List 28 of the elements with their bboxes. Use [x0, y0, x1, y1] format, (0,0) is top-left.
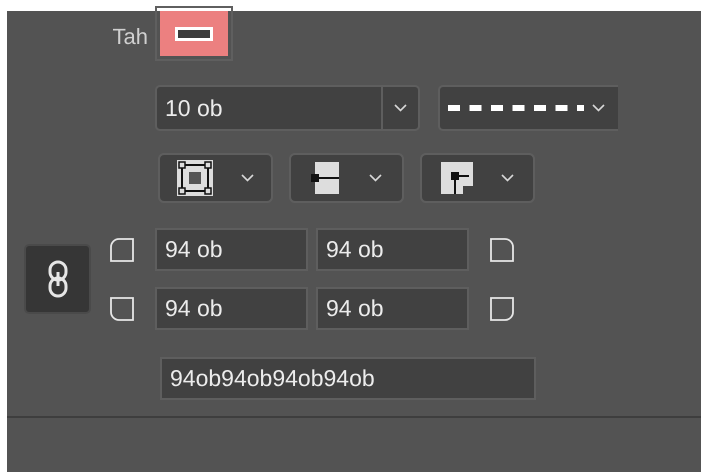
corner-radius-field[interactable]: 94 ob [316, 228, 469, 271]
stroke-color-swatch[interactable] [155, 6, 233, 61]
corner-radius-field[interactable]: 94 ob [316, 287, 469, 330]
rectangle-icon [175, 26, 213, 40]
corner-radius-field[interactable]: 94 ob [155, 228, 308, 271]
chevron-down-icon [241, 174, 254, 182]
corner-icon [109, 236, 135, 262]
stroke-option-dropdown[interactable] [420, 153, 535, 203]
dashed-line-icon [448, 105, 584, 111]
corner-icon [109, 296, 135, 322]
link-corners-button[interactable] [24, 244, 91, 314]
link-icon [46, 260, 68, 298]
line-join-icon [441, 162, 473, 194]
chevron-down-icon [501, 174, 514, 182]
corner-radius-field[interactable]: 94 ob [155, 287, 308, 330]
stroke-label: Tah [112, 23, 148, 51]
corner-icon [489, 296, 515, 322]
stroke-option-dropdown[interactable] [289, 153, 404, 203]
chevron-down-icon [369, 174, 382, 182]
dash-style-dropdown[interactable] [438, 85, 618, 131]
stroke-width-dropdown[interactable]: 10 ob [155, 85, 420, 131]
chevron-down-icon [592, 104, 605, 112]
corner-icon [489, 236, 515, 262]
stroke-option-dropdown[interactable] [158, 153, 273, 203]
align-inside-icon [177, 160, 213, 196]
chevron-down-icon [394, 104, 407, 112]
corner-radius-field[interactable]: 94ob94ob94ob94ob [160, 357, 536, 400]
line-cap-icon [311, 162, 341, 194]
